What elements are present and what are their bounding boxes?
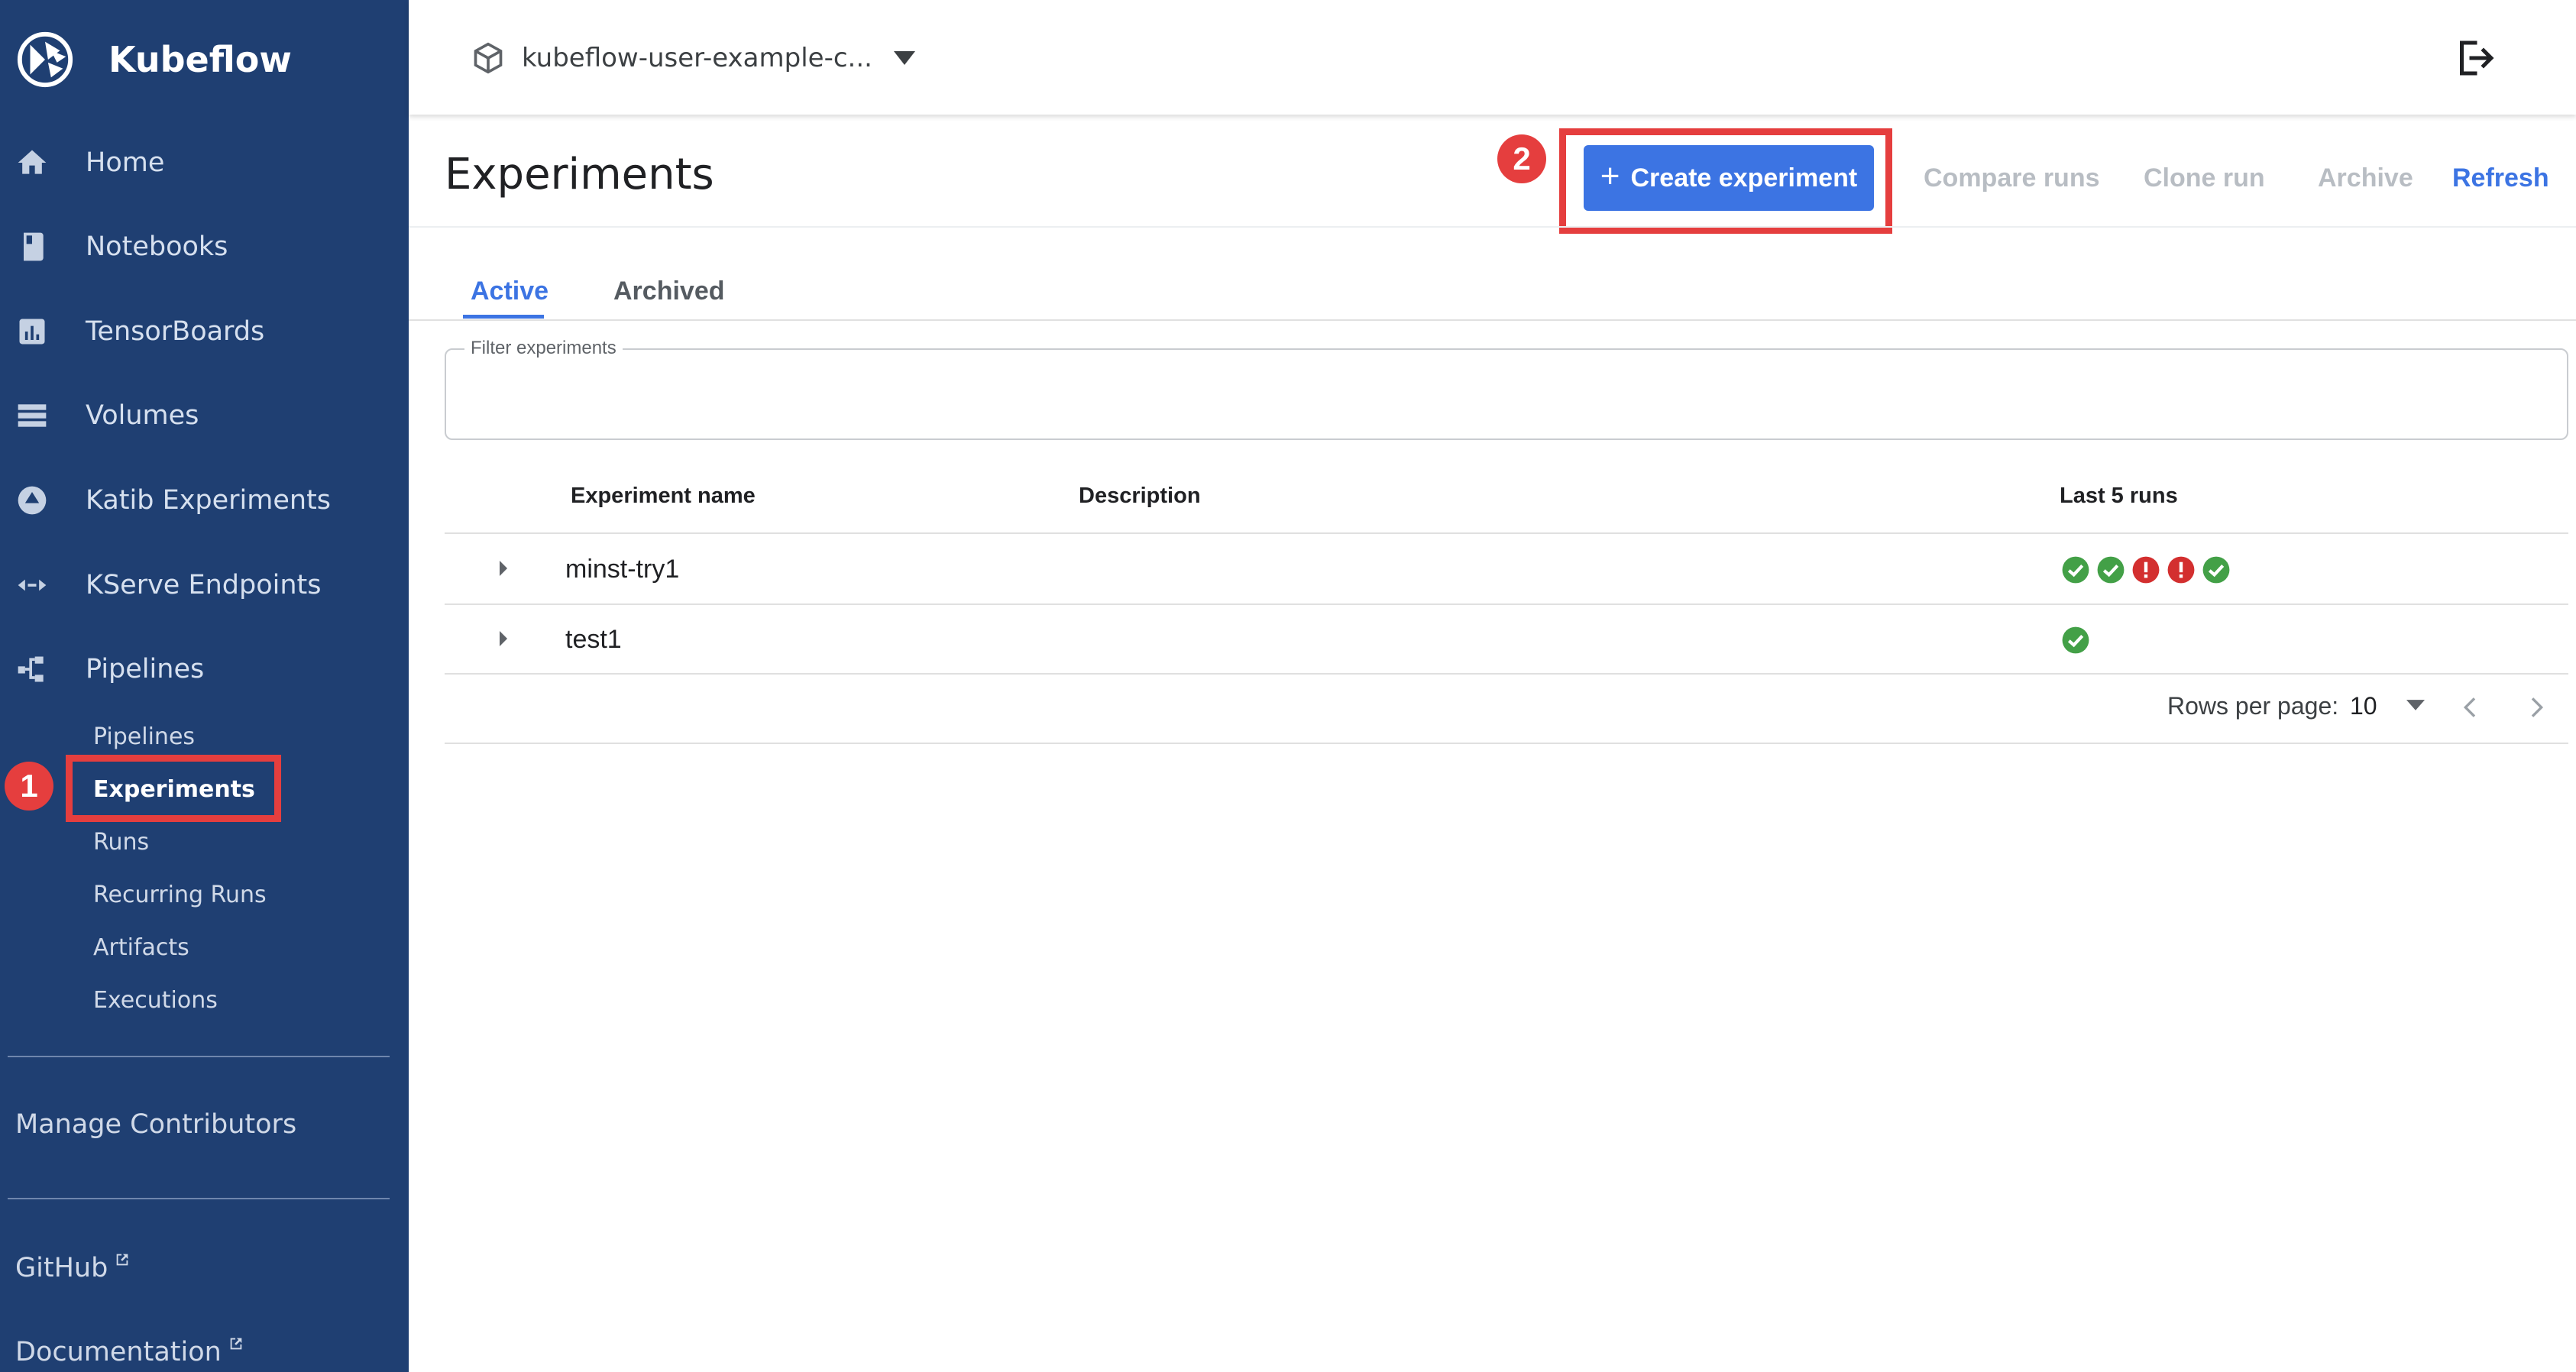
kubeflow-logo-icon bbox=[17, 31, 73, 88]
documentation-label: Documentation bbox=[15, 1337, 222, 1367]
annotation-box-create-experiment bbox=[1559, 128, 1892, 234]
filter-label: Filter experiments bbox=[464, 338, 623, 359]
experiment-name-cell[interactable]: minst-try1 bbox=[565, 555, 679, 584]
error-exclamation-icon[interactable] bbox=[2167, 555, 2196, 584]
success-check-icon[interactable] bbox=[2061, 626, 2090, 655]
clone-run-button[interactable]: Clone run bbox=[2144, 163, 2265, 193]
github-link[interactable]: GitHub bbox=[15, 1253, 131, 1283]
sidebar-item-label: Volumes bbox=[86, 400, 199, 431]
rows-per-page-label: Rows per page: bbox=[2167, 692, 2339, 720]
annotation-badge-1: 1 bbox=[5, 762, 53, 811]
top-bar: kubeflow-user-example-c... bbox=[409, 0, 2576, 115]
sidebar-item-tensorboards[interactable]: TensorBoards bbox=[0, 293, 409, 370]
sidebar-item-label: TensorBoards bbox=[86, 316, 265, 347]
sidebar-item-home[interactable]: Home bbox=[0, 125, 409, 201]
refresh-button[interactable]: Refresh bbox=[2452, 163, 2549, 193]
tab-active[interactable]: Active bbox=[471, 277, 549, 306]
pagination-divider bbox=[445, 743, 2568, 744]
annotation-box-experiments bbox=[66, 755, 281, 822]
success-check-icon[interactable] bbox=[2202, 555, 2231, 584]
sidebar-item-pipelines[interactable]: Pipelines bbox=[0, 631, 409, 707]
katib-icon bbox=[18, 486, 47, 515]
experiment-name-cell[interactable]: test1 bbox=[565, 625, 622, 655]
sidebar-divider bbox=[8, 1056, 390, 1057]
sidebar-item-kserve-endpoints[interactable]: KServe Endpoints bbox=[0, 547, 409, 623]
home-icon bbox=[18, 150, 47, 174]
manage-contributors-link[interactable]: Manage Contributors bbox=[15, 1109, 296, 1140]
app-name: Kubeflow bbox=[108, 39, 292, 80]
sidebar-subitem-pipelines[interactable]: Pipelines bbox=[93, 714, 195, 759]
success-check-icon[interactable] bbox=[2096, 555, 2125, 584]
filter-experiments-input[interactable]: Filter experiments bbox=[445, 338, 2568, 440]
namespace-label: kubeflow-user-example-c... bbox=[522, 43, 872, 73]
sidebar-subitem-executions[interactable]: Executions bbox=[93, 977, 218, 1023]
sidebar-item-label: Home bbox=[86, 147, 165, 178]
column-header-last-5-runs: Last 5 runs bbox=[2060, 484, 2178, 508]
rows-per-page-select[interactable]: 10 bbox=[2350, 692, 2377, 720]
success-check-icon[interactable] bbox=[2061, 555, 2090, 584]
brand[interactable]: Kubeflow bbox=[15, 29, 292, 90]
compare-runs-button[interactable]: Compare runs bbox=[1924, 163, 2100, 193]
code-arrows-icon bbox=[18, 579, 47, 591]
chevron-down-icon[interactable] bbox=[2406, 700, 2425, 710]
sidebar-subitem-runs[interactable]: Runs bbox=[93, 819, 149, 865]
sidebar-item-label: Notebooks bbox=[86, 231, 228, 262]
sidebar-item-label: KServe Endpoints bbox=[86, 570, 322, 600]
bar-chart-icon bbox=[19, 319, 45, 345]
header-divider bbox=[409, 226, 2576, 228]
sidebar-subitem-artifacts[interactable]: Artifacts bbox=[93, 924, 189, 970]
logout-icon[interactable] bbox=[2452, 35, 2498, 81]
chevron-left-icon[interactable] bbox=[2455, 692, 2486, 723]
tab-archived[interactable]: Archived bbox=[613, 277, 725, 306]
table-header-divider bbox=[445, 532, 2568, 534]
error-exclamation-icon[interactable] bbox=[2131, 555, 2160, 584]
sidebar: Kubeflow Home Notebooks TensorBoards Vol… bbox=[0, 0, 409, 1372]
pipeline-icon bbox=[18, 656, 44, 682]
namespace-selector[interactable]: kubeflow-user-example-c... bbox=[471, 35, 915, 81]
sidebar-item-volumes[interactable]: Volumes bbox=[0, 377, 409, 454]
documentation-link[interactable]: Documentation bbox=[15, 1337, 244, 1367]
sidebar-item-label: Pipelines bbox=[86, 654, 205, 684]
sidebar-subitem-recurring-runs[interactable]: Recurring Runs bbox=[93, 872, 267, 917]
tabs-divider bbox=[409, 319, 2576, 321]
column-header-description[interactable]: Description bbox=[1079, 484, 1201, 509]
storage-icon bbox=[18, 404, 47, 427]
annotation-badge-2: 2 bbox=[1497, 134, 1546, 183]
sidebar-divider bbox=[8, 1198, 390, 1199]
notebook-icon bbox=[24, 232, 44, 261]
chevron-down-icon bbox=[893, 51, 915, 65]
expand-row-icon[interactable] bbox=[500, 561, 507, 576]
archive-button[interactable]: Archive bbox=[2318, 163, 2413, 193]
external-link-icon bbox=[116, 1254, 128, 1266]
github-label: GitHub bbox=[15, 1253, 108, 1283]
cube-icon bbox=[474, 42, 503, 74]
expand-row-icon[interactable] bbox=[500, 631, 507, 646]
manage-contributors-label: Manage Contributors bbox=[15, 1109, 297, 1140]
column-header-experiment-name[interactable]: Experiment name bbox=[571, 484, 756, 509]
page-title: Experiments bbox=[445, 150, 714, 199]
table-row-divider bbox=[445, 603, 2568, 605]
sidebar-item-katib-experiments[interactable]: Katib Experiments bbox=[0, 462, 409, 539]
chevron-right-icon[interactable] bbox=[2521, 692, 2552, 723]
tab-indicator bbox=[463, 315, 544, 319]
sidebar-item-label: Katib Experiments bbox=[86, 485, 332, 516]
table-row-divider bbox=[445, 673, 2568, 675]
sidebar-item-notebooks[interactable]: Notebooks bbox=[0, 209, 409, 285]
external-link-icon bbox=[230, 1338, 242, 1350]
